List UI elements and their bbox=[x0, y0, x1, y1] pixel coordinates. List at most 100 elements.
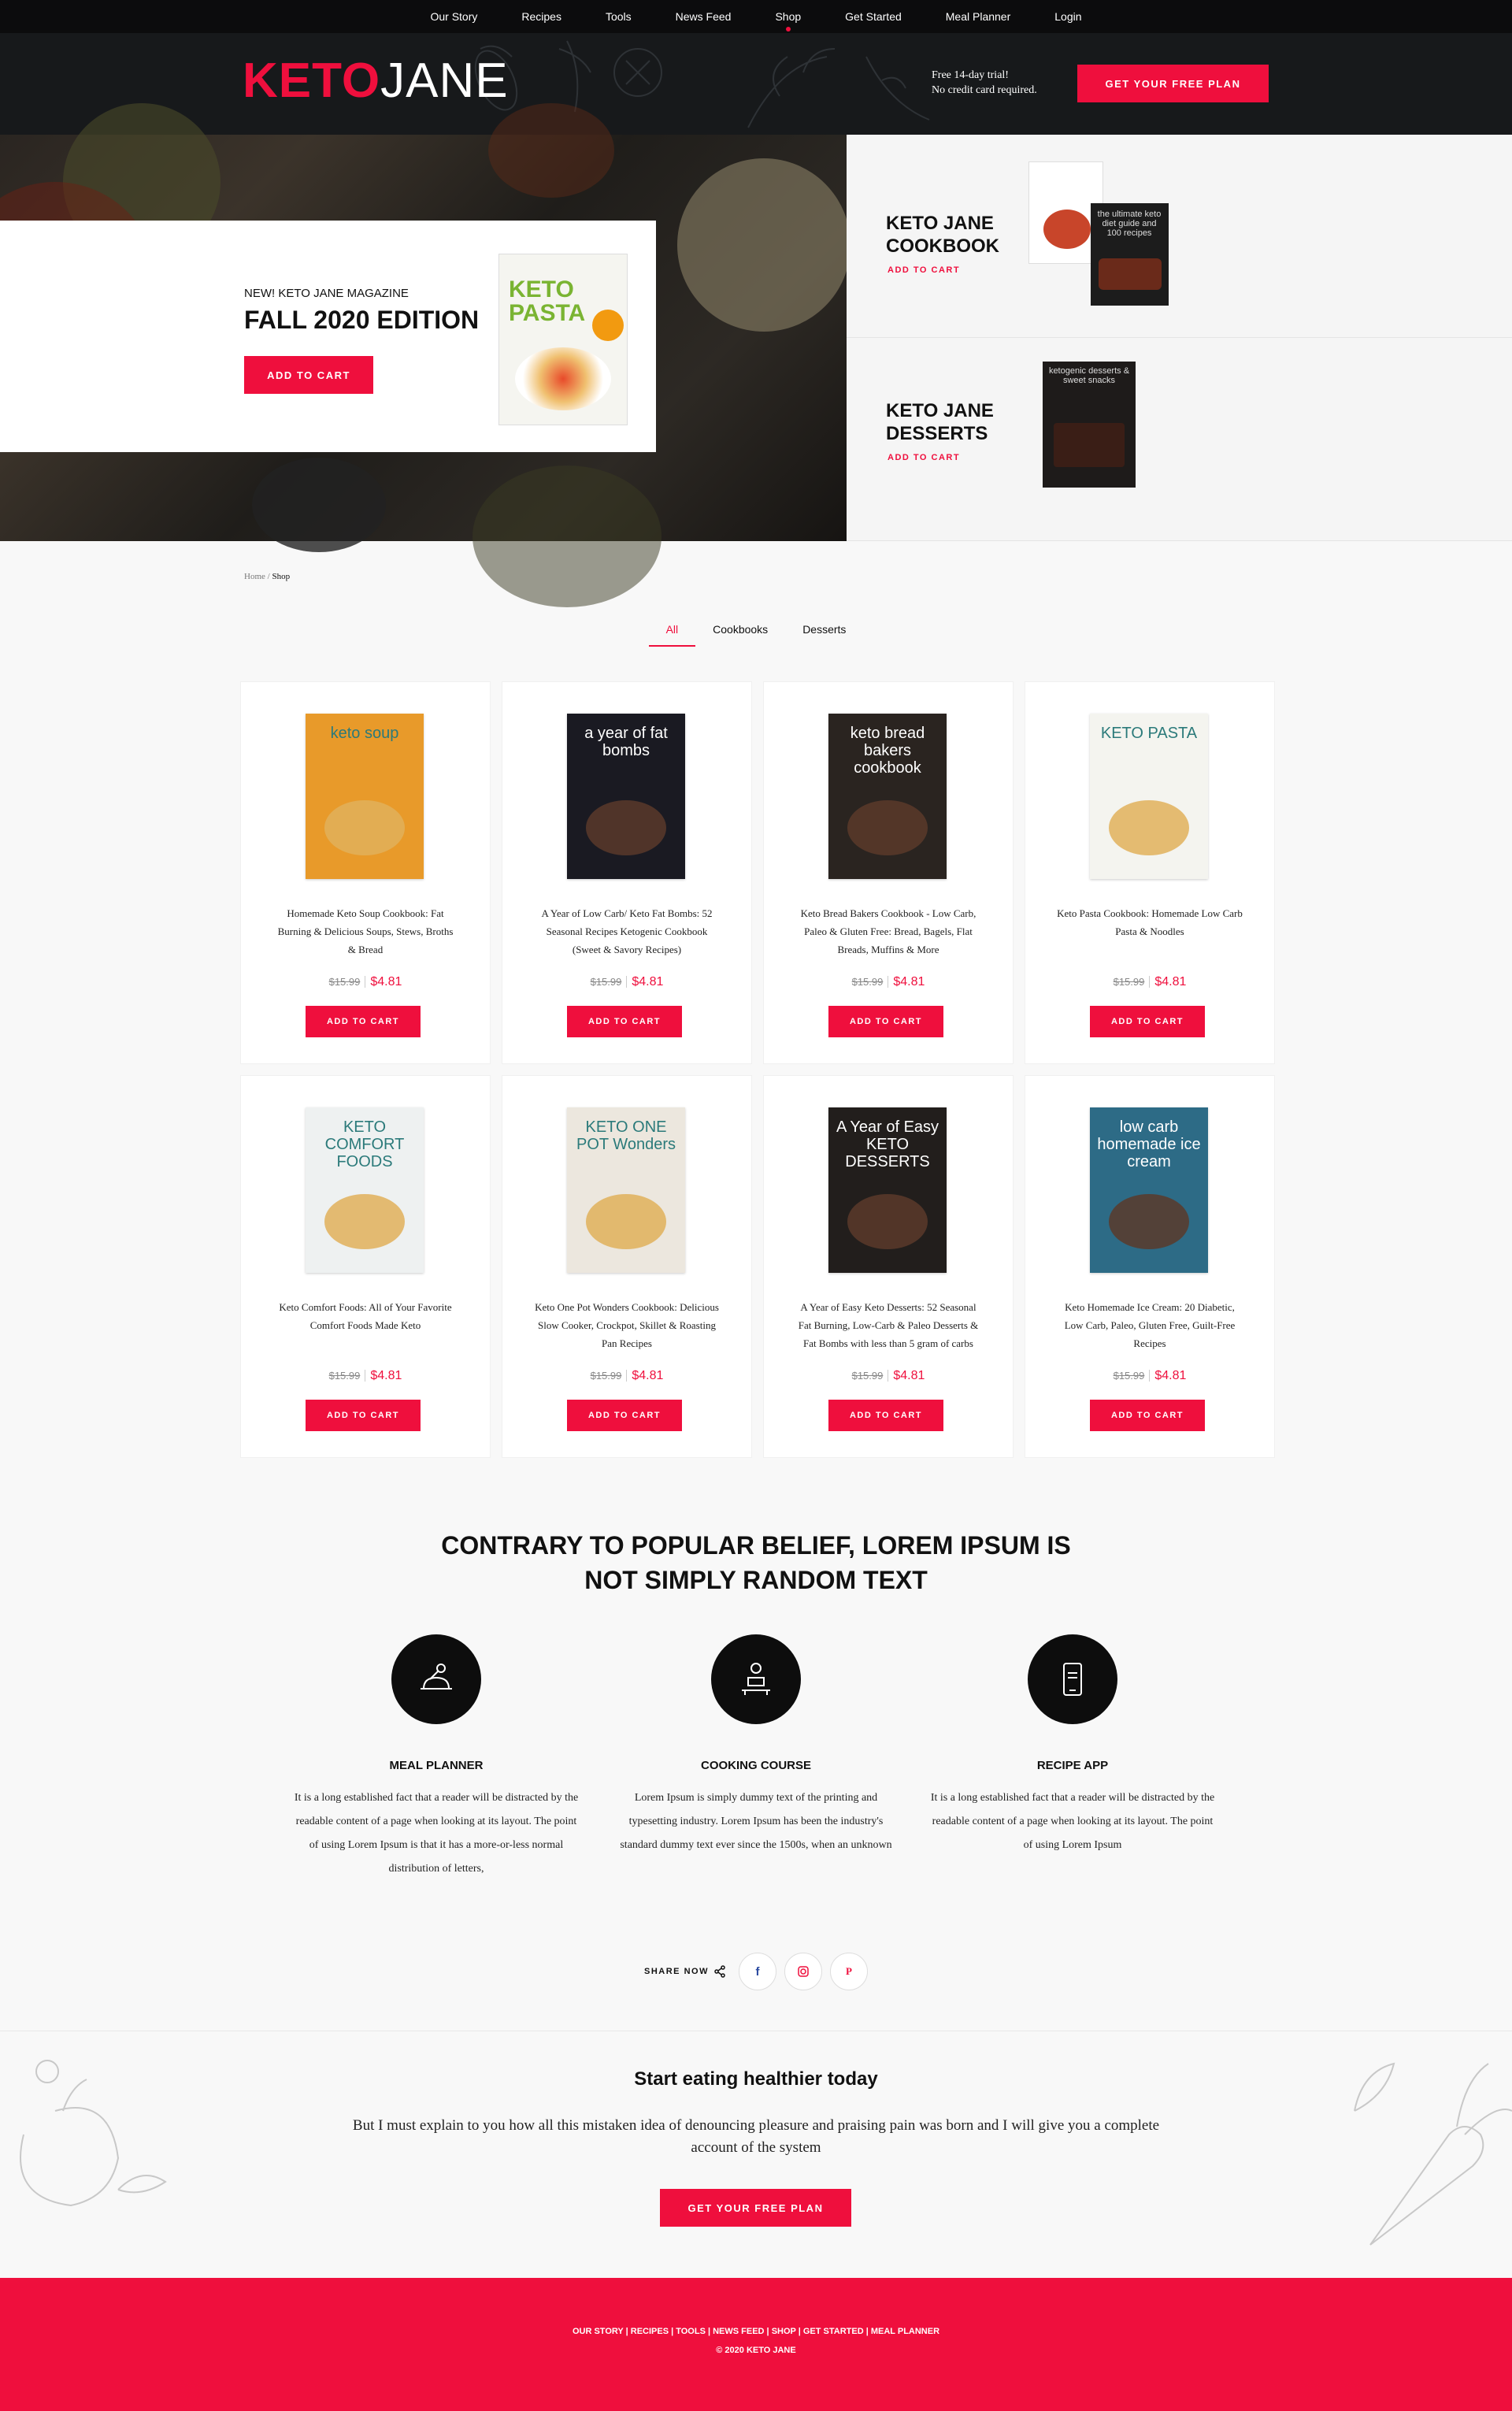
feature-title: RECIPE APP bbox=[1036, 1759, 1109, 1772]
add-to-cart-button[interactable]: ADD TO CART bbox=[567, 1400, 682, 1431]
instagram-icon[interactable] bbox=[784, 1953, 822, 1990]
product-title[interactable]: Homemade Keto Soup Cookbook: Fat Burning… bbox=[272, 904, 458, 959]
sale-price: $4.81 bbox=[632, 1369, 664, 1382]
nav-item-tools[interactable]: Tools bbox=[584, 0, 654, 33]
desserts-cover-image[interactable]: ketogenic desserts & sweet snacks bbox=[1043, 362, 1136, 488]
feature-title: MEAL PLANNER bbox=[389, 1759, 484, 1772]
add-to-cart-button[interactable]: ADD TO CART bbox=[306, 1006, 421, 1037]
category-tabs: All Cookbooks Desserts bbox=[0, 623, 1512, 647]
footer-links[interactable]: OUR STORY | RECIPES | TOOLS | NEWS FEED … bbox=[0, 2327, 1512, 2336]
product-cover-image[interactable]: a year of fat bombs bbox=[567, 714, 685, 879]
sale-price: $4.81 bbox=[1154, 975, 1187, 989]
product-card: keto bread bakers cookbook Keto Bread Bak… bbox=[763, 681, 1014, 1064]
add-to-cart-button[interactable]: ADD TO CART bbox=[1090, 1006, 1205, 1037]
tab-desserts[interactable]: Desserts bbox=[785, 623, 863, 647]
nav-item-our-story[interactable]: Our Story bbox=[408, 0, 499, 33]
nav-item-get-started[interactable]: Get Started bbox=[823, 0, 924, 33]
add-to-cart-button[interactable]: ADD TO CART bbox=[306, 1400, 421, 1431]
sale-price: $4.81 bbox=[893, 1369, 925, 1382]
nav-item-meal-planner[interactable]: Meal Planner bbox=[924, 0, 1033, 33]
feature-text: It is a long established fact that a rea… bbox=[294, 1792, 579, 1875]
product-card: low carb homemade ice cream Keto Homemade… bbox=[1025, 1075, 1275, 1458]
logo-jane: JANE bbox=[380, 54, 509, 108]
top-nav: Our Story Recipes Tools News Feed Shop Get St… bbox=[0, 0, 1512, 33]
product-title[interactable]: Keto Pasta Cookbook: Homemade Low Carb P… bbox=[1057, 904, 1243, 940]
feature-text: It is a long established fact that a rea… bbox=[930, 1792, 1215, 1851]
pinterest-icon[interactable]: P bbox=[829, 1953, 868, 1990]
old-price: $15.99 bbox=[1113, 1370, 1151, 1382]
product-title[interactable]: Keto One Pot Wonders Cookbook: Delicious… bbox=[534, 1298, 720, 1352]
product-grid: keto soup Homemade Keto Soup Cookbook: Fa… bbox=[240, 681, 1275, 1458]
sale-price: $4.81 bbox=[1154, 1369, 1187, 1382]
chef-icon bbox=[711, 1634, 801, 1724]
product-cover-image[interactable]: keto bread bakers cookbook bbox=[828, 714, 947, 879]
old-price: $15.99 bbox=[1113, 976, 1151, 988]
nav-item-shop[interactable]: Shop bbox=[753, 0, 823, 33]
magazine-title: FALL 2020 EDITION bbox=[244, 306, 480, 334]
product-cover-title: KETO COMFORT FOODS bbox=[324, 1118, 405, 1170]
magazine-tag: NEW! KETO JANE MAGAZINE bbox=[244, 287, 409, 300]
side-product-add-to-cart-link[interactable]: ADD TO CART bbox=[888, 453, 960, 462]
magazine-add-to-cart-button[interactable]: ADD TO CART bbox=[244, 356, 373, 394]
magazine-cover-image[interactable]: KETO PASTA bbox=[498, 254, 628, 425]
product-price: $15.99 $4.81 bbox=[241, 1369, 490, 1383]
sale-price: $4.81 bbox=[370, 975, 402, 989]
add-to-cart-button[interactable]: ADD TO CART bbox=[567, 1006, 682, 1037]
breadcrumb-home-link[interactable]: Home bbox=[244, 572, 265, 581]
product-cover-image[interactable]: KETO ONE POT Wonders bbox=[567, 1107, 685, 1273]
product-title[interactable]: A Year of Low Carb/ Keto Fat Bombs: 52 S… bbox=[534, 904, 720, 959]
product-title[interactable]: Keto Bread Bakers Cookbook - Low Carb, P… bbox=[795, 904, 981, 959]
old-price: $15.99 bbox=[590, 1370, 628, 1382]
get-free-plan-button[interactable]: GET YOUR FREE PLAN bbox=[1077, 65, 1269, 102]
nav-item-news-feed[interactable]: News Feed bbox=[654, 0, 754, 33]
cta-text: But I must explain to you how all this m… bbox=[352, 2117, 1160, 2156]
product-card: KETO COMFORT FOODS Keto Comfort Foods: Al… bbox=[240, 1075, 491, 1458]
product-price: $15.99 $4.81 bbox=[241, 975, 490, 989]
add-to-cart-button[interactable]: ADD TO CART bbox=[828, 1400, 943, 1431]
product-cover-title: a year of fat bombs bbox=[584, 725, 668, 759]
footer-copyright: © 2020 KETO JANE bbox=[716, 2346, 796, 2355]
product-price: $15.99 $4.81 bbox=[764, 1369, 1013, 1383]
product-cover-image[interactable]: KETO COMFORT FOODS bbox=[306, 1107, 424, 1273]
feature-recipe-app: RECIPE APP It is a long established fact… bbox=[927, 1634, 1218, 1857]
site-logo[interactable]: KETOJANE bbox=[243, 57, 509, 106]
breadcrumb-separator: / bbox=[267, 572, 270, 581]
product-cover-title: keto bread bakers cookbook bbox=[850, 725, 925, 777]
old-price: $15.99 bbox=[328, 1370, 366, 1382]
facebook-icon[interactable]: f bbox=[738, 1953, 776, 1990]
product-cover-image[interactable]: KETO PASTA bbox=[1090, 714, 1208, 879]
product-price: $15.99 $4.81 bbox=[764, 975, 1013, 989]
trial-line-2: No credit card required. bbox=[932, 84, 1037, 96]
side-product-add-to-cart-link[interactable]: ADD TO CART bbox=[888, 265, 960, 275]
product-cover-title: KETO ONE POT Wonders bbox=[576, 1118, 676, 1153]
product-cover-image[interactable]: keto soup bbox=[306, 714, 424, 879]
product-card: keto soup Homemade Keto Soup Cookbook: Fa… bbox=[240, 681, 491, 1064]
share-bar: SHARE NOW f P bbox=[0, 1953, 1512, 1990]
nav-item-login[interactable]: Login bbox=[1032, 0, 1103, 33]
feature-text: Lorem Ipsum is simply dummy text of the … bbox=[620, 1792, 892, 1851]
section-title: CONTRARY TO POPULAR BELIEF, LOREM IPSUM … bbox=[441, 1531, 1071, 1594]
product-cover-image[interactable]: low carb homemade ice cream bbox=[1090, 1107, 1208, 1273]
keto-diet-guide-cover-image[interactable]: the ultimate keto diet guide and 100 rec… bbox=[1091, 203, 1169, 306]
magazine-card: NEW! KETO JANE MAGAZINE FALL 2020 EDITIO… bbox=[0, 221, 656, 452]
cta-free-plan-button[interactable]: GET YOUR FREE PLAN bbox=[660, 2189, 851, 2227]
add-to-cart-button[interactable]: ADD TO CART bbox=[1090, 1400, 1205, 1431]
product-title[interactable]: A Year of Easy Keto Desserts: 52 Seasona… bbox=[795, 1298, 981, 1352]
trial-text: Free 14-day trial! No credit card require… bbox=[932, 68, 1037, 98]
logo-keto: KETO bbox=[243, 54, 381, 108]
nav-item-recipes[interactable]: Recipes bbox=[499, 0, 584, 33]
product-title[interactable]: Keto Homemade Ice Cream: 20 Diabetic, Lo… bbox=[1057, 1298, 1243, 1352]
product-card: KETO PASTA Keto Pasta Cookbook: Homemade … bbox=[1025, 681, 1275, 1064]
sale-price: $4.81 bbox=[632, 975, 664, 989]
footer: OUR STORY | RECIPES | TOOLS | NEWS FEED … bbox=[0, 2278, 1512, 2411]
product-card: A Year of Easy KETO DESSERTS A Year of Ea… bbox=[763, 1075, 1014, 1458]
apple-doodle-icon bbox=[20, 2060, 167, 2207]
herb-doodle-icon bbox=[747, 48, 930, 128]
tab-cookbooks[interactable]: Cookbooks bbox=[695, 623, 785, 647]
tab-all[interactable]: All bbox=[648, 623, 696, 647]
add-to-cart-button[interactable]: ADD TO CART bbox=[828, 1006, 943, 1037]
product-cover-title: low carb homemade ice cream bbox=[1097, 1118, 1201, 1170]
product-cover-image[interactable]: A Year of Easy KETO DESSERTS bbox=[828, 1107, 947, 1273]
product-title[interactable]: Keto Comfort Foods: All of Your Favorite… bbox=[272, 1298, 458, 1334]
meal-icon bbox=[391, 1634, 481, 1724]
